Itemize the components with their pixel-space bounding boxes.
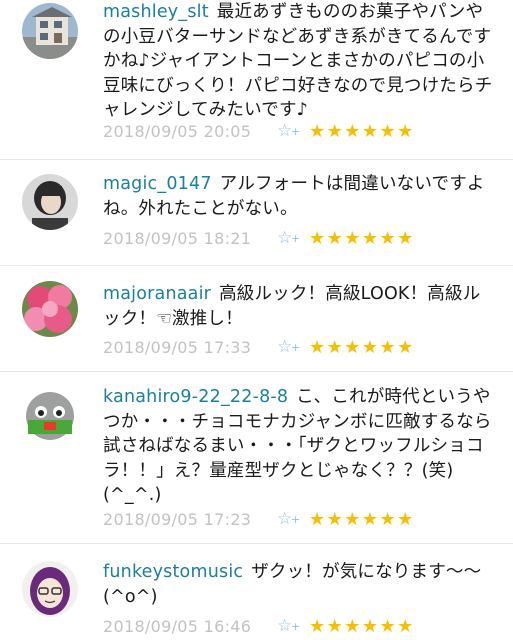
timestamp: 2018/09/05 18:21 — [103, 228, 252, 248]
user-avatar[interactable] — [22, 561, 78, 617]
comment-text: mashley_slt 最近あずきもののお菓子やパンやの小豆バターサンドなどあずき… — [103, 0, 495, 123]
user-avatar[interactable] — [22, 3, 78, 59]
star-plus-icon[interactable]: ☆ + — [277, 228, 303, 248]
star-rating: ★★★★★★ — [309, 227, 415, 249]
username-link[interactable]: magic_0147 — [103, 174, 212, 194]
comment-text: majoranaair 高級ルック！高級LOOK！高級ルック！☜激推し！ — [103, 282, 495, 331]
comment-meta: 2018/09/05 17:23 ☆ + ★★★★★★ — [103, 508, 415, 530]
comment-meta: 2018/09/05 16:46 ☆ + ★★★★★★ — [103, 615, 415, 637]
star-rating: ★★★★★★ — [309, 615, 415, 637]
user-avatar[interactable] — [22, 174, 78, 230]
comment-item: majoranaair 高級ルック！高級LOOK！高級ルック！☜激推し！ 2018… — [0, 266, 513, 372]
star-plus-icon[interactable]: ☆ + — [277, 616, 303, 636]
username-link[interactable]: funkeystomusic — [103, 562, 243, 582]
star-plus-icon[interactable]: ☆ + — [277, 121, 303, 141]
comment-meta: 2018/09/05 20:05 ☆ + ★★★★★★ — [103, 120, 415, 142]
star-rating: ★★★★★★ — [309, 508, 415, 530]
comment-text: magic_0147 アルフォートは間違いないですよね。外れたことがない。 — [103, 172, 495, 221]
comment-text: funkeystomusic ザクッ！が気になります〜〜(^o^) — [103, 560, 495, 609]
comment-item: funkeystomusic ザクッ！が気になります〜〜(^o^) 2018/09… — [0, 544, 513, 640]
timestamp: 2018/09/05 17:33 — [103, 337, 252, 357]
username-link[interactable]: mashley_slt — [103, 2, 209, 22]
timestamp: 2018/09/05 17:23 — [103, 509, 252, 529]
timestamp: 2018/09/05 20:05 — [103, 121, 252, 141]
timestamp: 2018/09/05 16:46 — [103, 616, 252, 636]
star-plus-icon[interactable]: ☆ + — [277, 509, 303, 529]
star-rating: ★★★★★★ — [309, 336, 415, 358]
star-rating: ★★★★★★ — [309, 120, 415, 142]
username-link[interactable]: majoranaair — [103, 284, 211, 304]
username-link[interactable]: kanahiro9-22_22-8-8 — [103, 387, 288, 407]
comment-meta: 2018/09/05 17:33 ☆ + ★★★★★★ — [103, 336, 415, 358]
user-avatar[interactable] — [22, 281, 78, 337]
comment-item: kanahiro9-22_22-8-8 こ、これが時代というやつか・・・チョコモナ… — [0, 372, 513, 544]
comment-meta: 2018/09/05 18:21 ☆ + ★★★★★★ — [103, 227, 415, 249]
comment-item: magic_0147 アルフォートは間違いないですよね。外れたことがない。 201… — [0, 160, 513, 266]
star-plus-icon[interactable]: ☆ + — [277, 337, 303, 357]
comment-item: mashley_slt 最近あずきもののお菓子やパンやの小豆バターサンドなどあずき… — [0, 0, 513, 160]
comment-text: kanahiro9-22_22-8-8 こ、これが時代というやつか・・・チョコモナ… — [103, 385, 495, 508]
user-avatar[interactable] — [22, 390, 78, 446]
